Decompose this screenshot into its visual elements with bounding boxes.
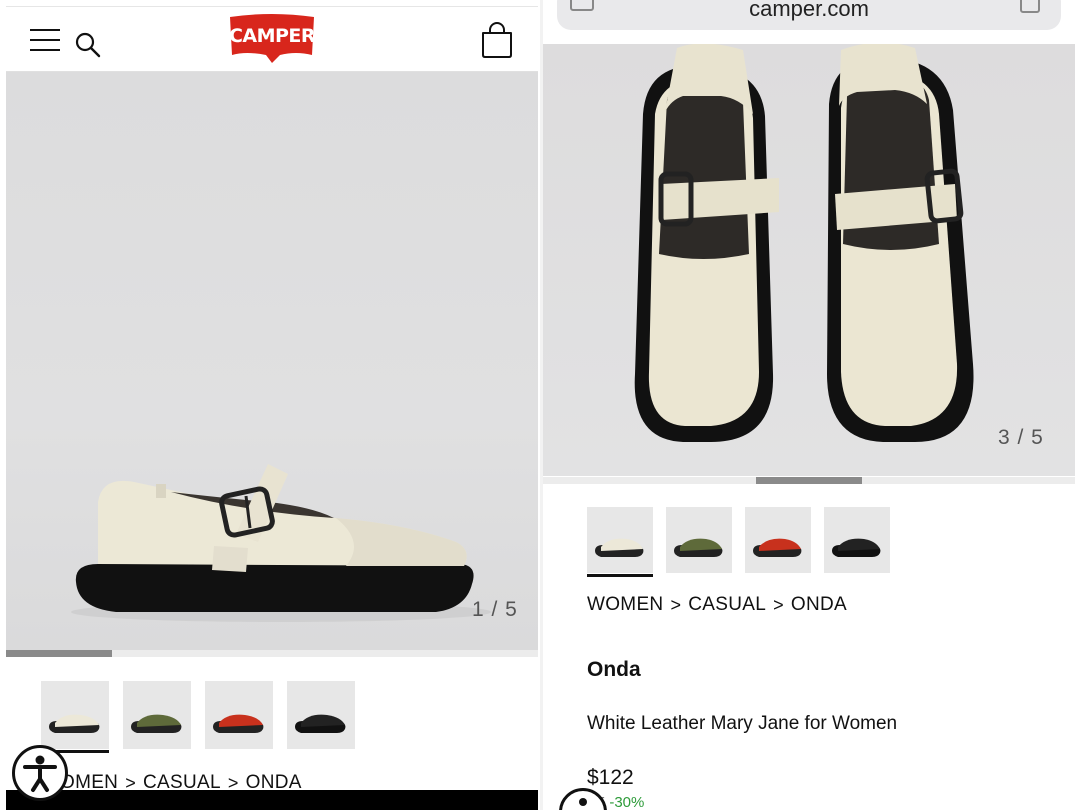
thumbnail-strip xyxy=(587,507,890,577)
thumbnail-red[interactable] xyxy=(745,507,811,573)
thumbnail-red[interactable] xyxy=(205,681,273,749)
thumbnail-green[interactable] xyxy=(123,681,191,749)
browser-address-bar[interactable]: camper.com xyxy=(557,0,1061,30)
shoe-top-illustration xyxy=(634,44,974,442)
image-counter: 1 / 5 xyxy=(472,598,518,621)
url-text: camper.com xyxy=(749,0,869,21)
accessibility-icon[interactable] xyxy=(559,788,607,810)
product-name: Onda xyxy=(587,658,641,681)
discount-badge: -30% xyxy=(609,794,645,810)
breadcrumb-separator: > xyxy=(670,594,682,615)
product-subtitle: White Leather Mary Jane for Women xyxy=(587,713,898,734)
gallery-progress-fill xyxy=(6,650,113,657)
product-image-top-view[interactable]: 3 / 5 xyxy=(543,44,1075,476)
thumbnail-black[interactable] xyxy=(287,681,355,749)
thumbnail-white[interactable] xyxy=(587,507,653,577)
logo-text: CAMPER xyxy=(228,25,316,47)
shopping-bag-icon[interactable] xyxy=(480,21,514,59)
breadcrumb-separator: > xyxy=(773,594,784,615)
hamburger-menu-icon[interactable] xyxy=(30,27,60,53)
camper-logo[interactable]: CAMPER xyxy=(226,13,318,63)
thumbnail-green[interactable] xyxy=(666,507,732,573)
right-screenshot-panel: camper.com 3 / 5 WOMEN > CASUAL > ONDA O… xyxy=(543,0,1080,810)
image-counter: 3 / 5 xyxy=(998,426,1044,449)
product-price: $122 xyxy=(587,766,634,789)
site-header: CAMPER xyxy=(6,6,538,72)
breadcrumb-casual[interactable]: CASUAL xyxy=(688,594,766,616)
gallery-progress-bar xyxy=(543,477,1075,484)
breadcrumb-onda[interactable]: ONDA xyxy=(791,594,847,616)
bottom-black-bar xyxy=(6,790,538,810)
thumbnail-strip xyxy=(41,681,355,753)
product-image-side-view[interactable]: 1 / 5 xyxy=(6,72,538,650)
search-icon[interactable] xyxy=(74,31,102,59)
share-icon[interactable] xyxy=(1019,0,1041,14)
thumbnail-black[interactable] xyxy=(824,507,890,573)
gallery-progress-bar xyxy=(6,650,538,657)
thumbnail-white[interactable] xyxy=(41,681,109,753)
breadcrumb-women[interactable]: WOMEN xyxy=(587,594,663,616)
shoe-side-illustration xyxy=(71,464,491,622)
gallery-progress-fill xyxy=(755,477,863,484)
left-screenshot-panel: CAMPER 1 / 5 OMEN > CASUAL > ONDA xyxy=(0,0,540,810)
breadcrumb: WOMEN > CASUAL > ONDA xyxy=(587,594,847,616)
accessibility-icon[interactable] xyxy=(12,745,68,801)
